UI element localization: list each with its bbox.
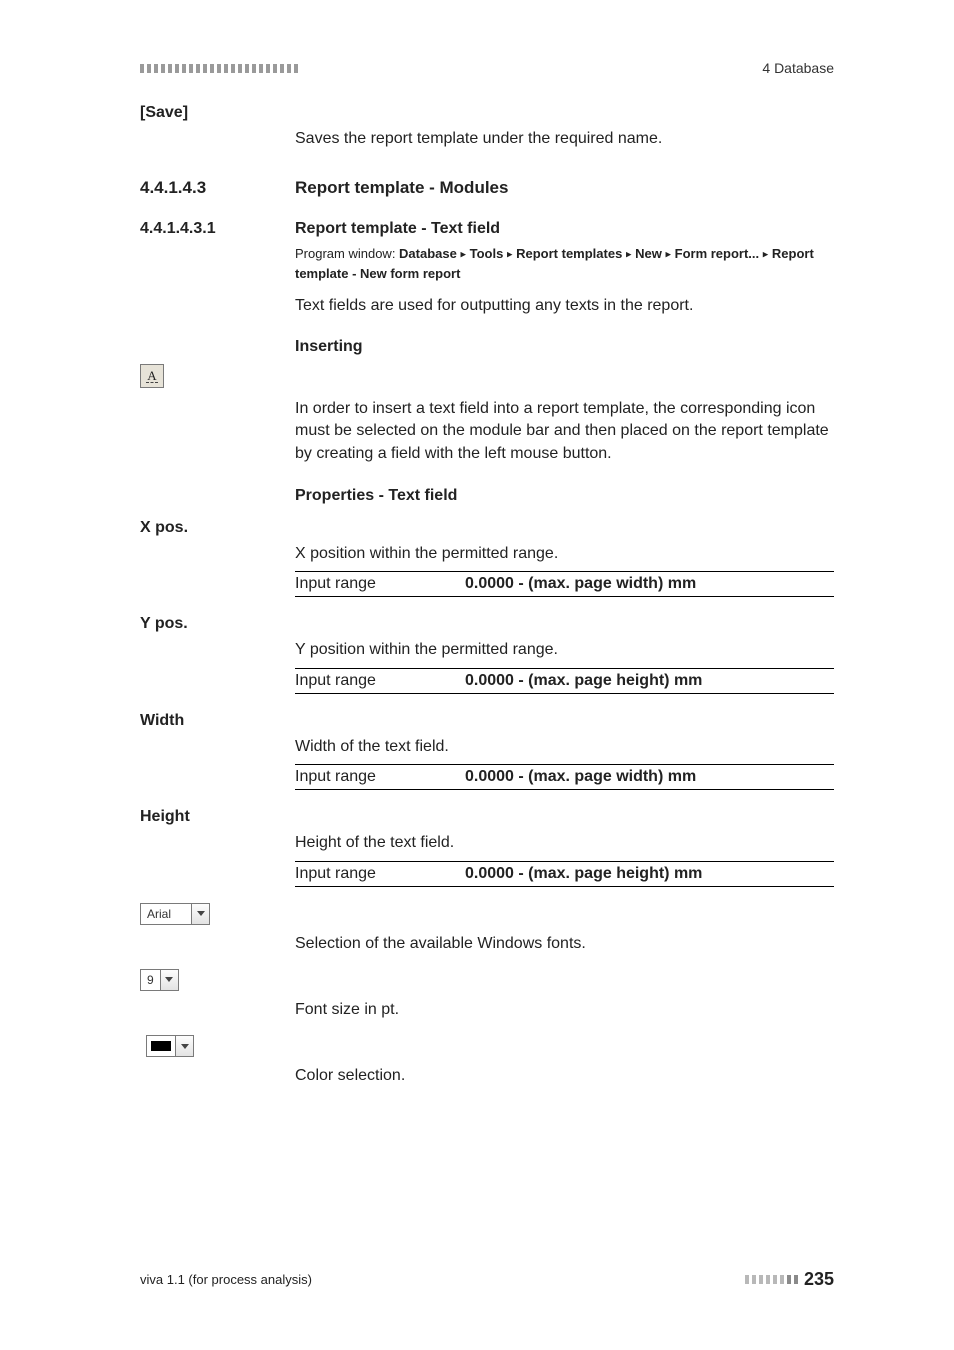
page-header: 4 Database [140, 60, 834, 76]
section-num: 4.4.1.4.3 [140, 178, 206, 197]
subsection-num: 4.4.1.4.3.1 [140, 220, 216, 237]
width-range-label: Input range [295, 765, 465, 790]
fontsize-desc: Font size in pt. [295, 999, 834, 1021]
ypos-label: Y pos. [140, 615, 295, 633]
xpos-range-label: Input range [295, 572, 465, 597]
footer-decoration [745, 1275, 798, 1284]
fontsize-dropdown[interactable]: 9 [140, 969, 179, 991]
page: 4 Database [Save] Saves the report templ… [0, 0, 954, 1350]
text-field-icon: A [140, 364, 164, 388]
color-desc: Color selection. [295, 1065, 834, 1087]
subsection-title: Report template - Text field [295, 220, 500, 237]
color-dropdown[interactable] [146, 1035, 194, 1057]
xpos-desc: X position within the permitted range. [295, 543, 834, 565]
header-decoration [140, 64, 298, 73]
font-value: Arial [141, 904, 191, 924]
save-label: [Save] [140, 104, 295, 122]
save-desc: Saves the report template under the requ… [295, 128, 834, 150]
inserting-title: Inserting [295, 338, 363, 355]
ypos-range-table: Input range 0.0000 - (max. page height) … [295, 668, 834, 694]
xpos-label: X pos. [140, 519, 295, 537]
xpos-range-table: Input range 0.0000 - (max. page width) m… [295, 571, 834, 597]
width-range-table: Input range 0.0000 - (max. page width) m… [295, 764, 834, 790]
height-desc: Height of the text field. [295, 832, 834, 854]
section-title: Report template - Modules [295, 178, 508, 197]
chapter-label: 4 Database [762, 60, 834, 76]
chevron-down-icon [160, 970, 178, 990]
height-label: Height [140, 808, 295, 826]
width-range-value: 0.0000 - (max. page width) mm [465, 765, 834, 790]
font-desc: Selection of the available Windows fonts… [295, 933, 834, 955]
width-label: Width [140, 712, 295, 730]
ypos-range-value: 0.0000 - (max. page height) mm [465, 668, 834, 693]
color-swatch [151, 1041, 171, 1051]
inserting-desc: In order to insert a text field into a r… [295, 398, 834, 465]
xpos-range-value: 0.0000 - (max. page width) mm [465, 572, 834, 597]
footer-left: viva 1.1 (for process analysis) [140, 1272, 312, 1287]
breadcrumb: Program window: Database ▸ Tools ▸ Repor… [295, 244, 834, 283]
subsection-desc: Text fields are used for outputting any … [295, 295, 834, 317]
ypos-desc: Y position within the permitted range. [295, 639, 834, 661]
properties-title: Properties - Text field [295, 487, 457, 504]
width-desc: Width of the text field. [295, 736, 834, 758]
height-range-value: 0.0000 - (max. page height) mm [465, 861, 834, 886]
fontsize-value: 9 [141, 970, 160, 990]
page-number: 235 [804, 1269, 834, 1290]
font-dropdown[interactable]: Arial [140, 903, 210, 925]
height-range-label: Input range [295, 861, 465, 886]
page-footer: viva 1.1 (for process analysis) 235 [140, 1269, 834, 1290]
chevron-down-icon [175, 1036, 193, 1056]
ypos-range-label: Input range [295, 668, 465, 693]
chevron-down-icon [191, 904, 209, 924]
height-range-table: Input range 0.0000 - (max. page height) … [295, 861, 834, 887]
